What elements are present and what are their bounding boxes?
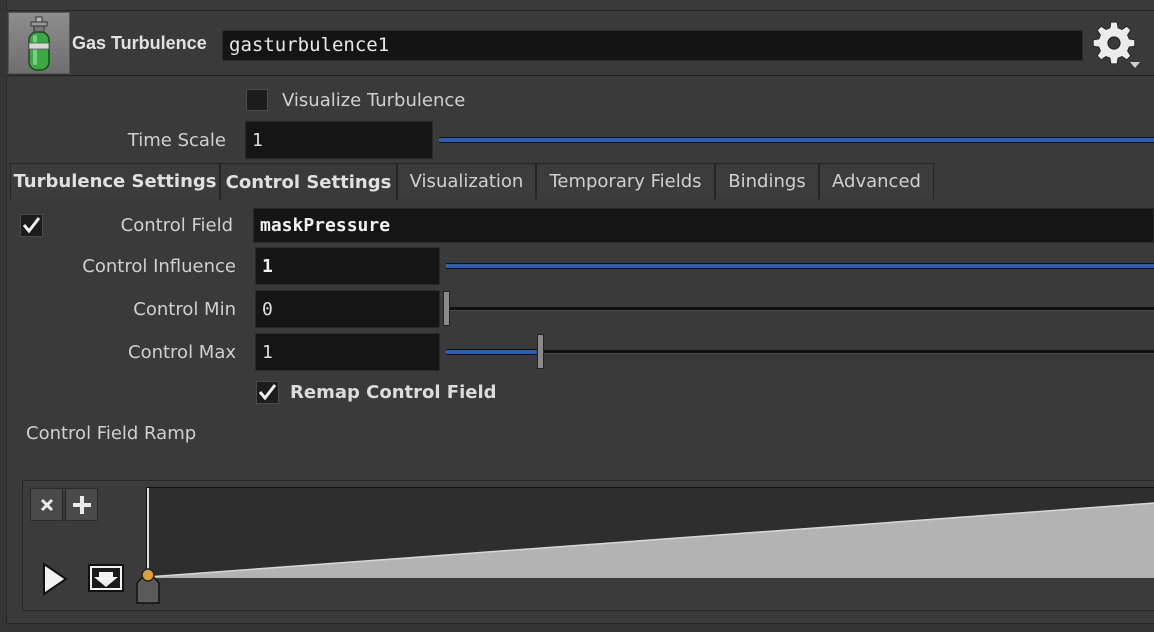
chevron-down-icon (1130, 62, 1140, 68)
control-field-enable-checkbox[interactable] (20, 214, 43, 237)
control-min-label: Control Min (133, 299, 236, 320)
control-min-slider-handle[interactable] (443, 291, 450, 326)
dropdown-arrow-icon[interactable] (88, 564, 124, 592)
checkmark-icon (22, 217, 41, 234)
tab-control-settings[interactable]: Control Settings (220, 163, 397, 200)
node-type-label: Gas Turbulence (72, 33, 207, 53)
time-scale-field[interactable]: 1 (245, 121, 433, 159)
plus-icon[interactable] (65, 488, 98, 521)
time-scale-label: Time Scale (127, 130, 226, 151)
window-top-strip (0, 0, 1154, 11)
checkmark-icon (258, 384, 277, 401)
control-max-label: Control Max (128, 342, 236, 363)
control-max-slider-handle[interactable] (537, 334, 544, 369)
control-influence-field[interactable]: 1 (255, 247, 440, 285)
ramp-key-icon[interactable] (135, 567, 161, 605)
control-field-label: Control Field (120, 215, 233, 236)
tab-turbulence-settings[interactable]: Turbulence Settings (10, 163, 220, 199)
tab-visualization[interactable]: Visualization (397, 163, 536, 199)
remap-control-field-label: Remap Control Field (290, 382, 497, 403)
control-min-field[interactable]: 0 (255, 290, 440, 328)
close-icon[interactable] (30, 488, 63, 521)
control-max-field[interactable]: 1 (255, 333, 440, 371)
visualize-turbulence-checkbox[interactable] (246, 89, 268, 111)
remap-control-field-checkbox[interactable] (256, 381, 279, 404)
tab-temporary-fields[interactable]: Temporary Fields (536, 163, 715, 199)
control-max-slider-fill[interactable] (446, 349, 540, 355)
control-influence-slider[interactable] (446, 263, 1154, 269)
tab-bindings[interactable]: Bindings (715, 163, 819, 199)
play-icon[interactable] (40, 561, 70, 597)
ramp-graph[interactable] (146, 487, 1154, 578)
control-field-input[interactable]: maskPressure (253, 208, 1154, 243)
control-field-ramp-label: Control Field Ramp (26, 423, 197, 444)
control-influence-label: Control Influence (82, 256, 236, 277)
left-border (0, 0, 7, 631)
gas-cylinder-icon (8, 12, 70, 74)
gear-icon[interactable] (1088, 18, 1142, 72)
control-max-slider[interactable] (540, 350, 1154, 354)
time-scale-slider[interactable] (439, 137, 1154, 143)
visualize-turbulence-label: Visualize Turbulence (282, 90, 466, 111)
node-name-input[interactable]: gasturbulence1 (222, 30, 1083, 61)
tab-advanced[interactable]: Advanced (819, 163, 934, 199)
control-min-slider[interactable] (446, 307, 1154, 311)
